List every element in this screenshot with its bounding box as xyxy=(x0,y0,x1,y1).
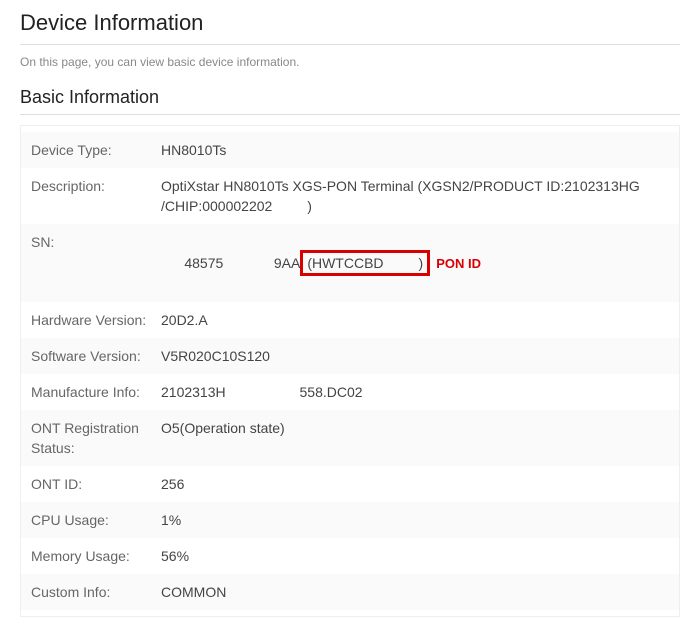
sn-highlight-box: (HWTCCBD ) xyxy=(300,250,430,276)
row-ont-id: ONT ID: 256 xyxy=(21,466,679,502)
info-table: Device Type: HN8010Ts Description: OptiX… xyxy=(20,125,680,617)
value-cpu-usage: 1% xyxy=(161,510,181,530)
row-hardware-version: Hardware Version: 20D2.A xyxy=(21,302,679,338)
row-device-type: Device Type: HN8010Ts xyxy=(21,132,679,168)
page-description: On this page, you can view basic device … xyxy=(20,55,680,69)
row-ont-reg-status: ONT Registration Status: O5(Operation st… xyxy=(21,410,679,466)
pon-id-annotation: PON ID xyxy=(436,256,481,271)
value-sn: 48575 9AA(HWTCCBD ) PON ID xyxy=(161,232,481,294)
label-sn: SN: xyxy=(31,232,161,252)
value-ont-id: 256 xyxy=(161,474,184,494)
value-ont-reg-status: O5(Operation state) xyxy=(161,418,285,438)
row-software-version: Software Version: V5R020C10S120 xyxy=(21,338,679,374)
value-manufacture-info: 2102313H 558.DC02 xyxy=(161,382,363,402)
value-memory-usage: 56% xyxy=(161,546,189,566)
value-hardware-version: 20D2.A xyxy=(161,310,208,330)
value-custom-info: COMMON xyxy=(161,582,226,602)
row-memory-usage: Memory Usage: 56% xyxy=(21,538,679,574)
sn-prefix: 48575 9AA xyxy=(184,255,300,271)
label-custom-info: Custom Info: xyxy=(31,582,161,602)
label-software-version: Software Version: xyxy=(31,346,161,366)
label-hardware-version: Hardware Version: xyxy=(31,310,161,330)
row-custom-info: Custom Info: COMMON xyxy=(21,574,679,610)
value-software-version: V5R020C10S120 xyxy=(161,346,270,366)
section-divider xyxy=(20,114,680,115)
label-description: Description: xyxy=(31,176,161,196)
label-ont-id: ONT ID: xyxy=(31,474,161,494)
label-ont-reg-status: ONT Registration Status: xyxy=(31,418,161,458)
row-description: Description: OptiXstar HN8010Ts XGS-PON … xyxy=(21,168,679,224)
row-manufacture-info: Manufacture Info: 2102313H 558.DC02 xyxy=(21,374,679,410)
label-memory-usage: Memory Usage: xyxy=(31,546,161,566)
label-device-type: Device Type: xyxy=(31,140,161,160)
row-sn: SN: 48575 9AA(HWTCCBD ) PON ID xyxy=(21,224,679,302)
page-title: Device Information xyxy=(20,10,680,36)
section-title: Basic Information xyxy=(20,87,680,108)
label-cpu-usage: CPU Usage: xyxy=(31,510,161,530)
value-device-type: HN8010Ts xyxy=(161,140,226,160)
row-cpu-usage: CPU Usage: 1% xyxy=(21,502,679,538)
value-description: OptiXstar HN8010Ts XGS-PON Terminal (XGS… xyxy=(161,176,641,216)
divider xyxy=(20,44,680,45)
label-manufacture-info: Manufacture Info: xyxy=(31,382,161,402)
